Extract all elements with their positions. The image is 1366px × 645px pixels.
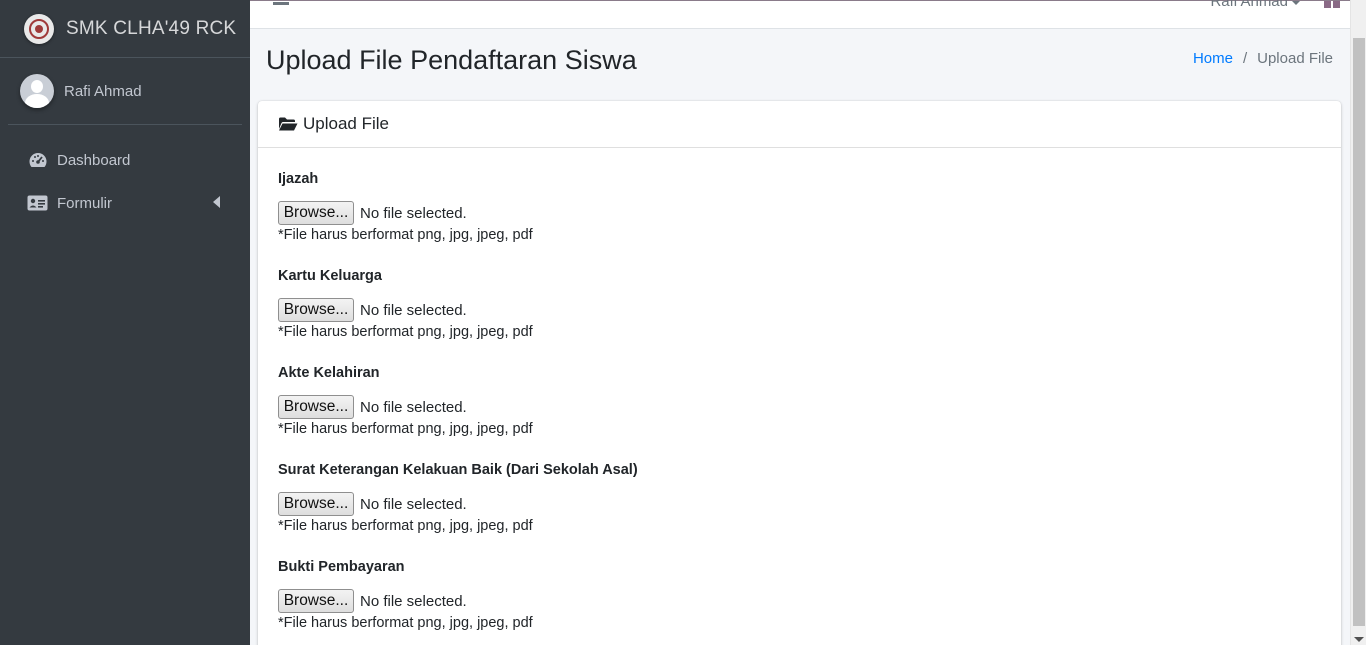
file-input: Browse... No file selected. (278, 200, 1321, 226)
browse-button[interactable]: Browse... (278, 492, 354, 516)
breadcrumb-current: Upload File (1257, 50, 1333, 67)
file-input: Browse... No file selected. (278, 491, 1321, 517)
card-body: Ijazah Browse... No file selected. *File… (258, 148, 1341, 645)
help-text: *File harus berformat png, jpg, jpeg, pd… (278, 421, 533, 437)
field-label: Kartu Keluarga (278, 268, 382, 284)
sidebar-item-dashboard[interactable]: Dashboard (8, 140, 242, 180)
avatar (20, 74, 54, 108)
page-title: Upload File Pendaftaran Siswa (266, 45, 637, 75)
field-label: Akte Kelahiran (278, 365, 380, 381)
vertical-scrollbar[interactable] (1350, 0, 1366, 645)
sidebar-nav: Dashboard Formulir (0, 140, 250, 223)
sidebar: SMK CLHA'49 RCK Rafi Ahmad Dashboard For… (0, 0, 250, 645)
browse-button[interactable]: Browse... (278, 395, 354, 419)
breadcrumb: Home / Upload File (1193, 50, 1333, 67)
field-label: Bukti Pembayaran (278, 559, 405, 575)
scrollbar-thumb[interactable] (1353, 38, 1365, 626)
menu-toggle-icon[interactable] (273, 2, 289, 5)
card-header: Upload File (258, 101, 1341, 148)
top-navbar: Rafi Ahmad (250, 0, 1350, 29)
apps-grid-icon[interactable] (1324, 1, 1340, 8)
sidebar-item-label: Formulir (57, 194, 112, 212)
user-panel[interactable]: Rafi Ahmad (8, 58, 242, 125)
file-status: No file selected. (360, 495, 467, 513)
help-text: *File harus berformat png, jpg, jpeg, pd… (278, 227, 533, 243)
breadcrumb-separator: / (1242, 50, 1248, 67)
file-status: No file selected. (360, 592, 467, 610)
breadcrumb-home-link[interactable]: Home (1193, 50, 1233, 67)
chevron-left-icon (213, 196, 220, 208)
brand-name: SMK CLHA'49 RCK (66, 17, 237, 39)
browse-button[interactable]: Browse... (278, 201, 354, 225)
browse-button[interactable]: Browse... (278, 298, 354, 322)
upload-field-kartu-keluarga: Kartu Keluarga Browse... No file selecte… (278, 268, 1321, 365)
id-card-icon (27, 194, 48, 212)
folder-open-icon (279, 117, 298, 131)
help-text: *File harus berformat png, jpg, jpeg, pd… (278, 615, 533, 631)
file-input: Browse... No file selected. (278, 394, 1321, 420)
file-status: No file selected. (360, 398, 467, 416)
field-label: Ijazah (278, 171, 319, 187)
file-status: No file selected. (360, 204, 467, 222)
field-label: Surat Keterangan Kelakuan Baik (Dari Sek… (278, 462, 638, 478)
scroll-down-arrow-icon[interactable] (1354, 637, 1364, 642)
upload-field-akte-kelahiran: Akte Kelahiran Browse... No file selecte… (278, 365, 1321, 462)
sidebar-item-label: Dashboard (57, 151, 131, 169)
upload-field-skkb: Surat Keterangan Kelakuan Baik (Dari Sek… (278, 462, 1321, 559)
sidebar-item-formulir[interactable]: Formulir (8, 183, 242, 223)
school-logo-icon (24, 13, 54, 44)
file-input: Browse... No file selected. (278, 297, 1321, 323)
tachometer-icon (27, 151, 48, 169)
upload-field-ijazah: Ijazah Browse... No file selected. *File… (278, 171, 1321, 268)
help-text: *File harus berformat png, jpg, jpeg, pd… (278, 518, 533, 534)
caret-down-icon[interactable] (1292, 1, 1300, 5)
file-status: No file selected. (360, 301, 467, 319)
brand-link[interactable]: SMK CLHA'49 RCK (0, 0, 250, 58)
browse-button[interactable]: Browse... (278, 589, 354, 613)
upload-card: Upload File Ijazah Browse... No file sel… (258, 101, 1341, 645)
help-text: *File harus berformat png, jpg, jpeg, pd… (278, 324, 533, 340)
file-input: Browse... No file selected. (278, 588, 1321, 614)
navbar-user-name[interactable]: Rafi Ahmad (1210, 0, 1288, 10)
card-title: Upload File (303, 114, 389, 133)
user-name: Rafi Ahmad (64, 82, 142, 100)
upload-field-bukti-pembayaran: Bukti Pembayaran Browse... No file selec… (278, 559, 1321, 645)
